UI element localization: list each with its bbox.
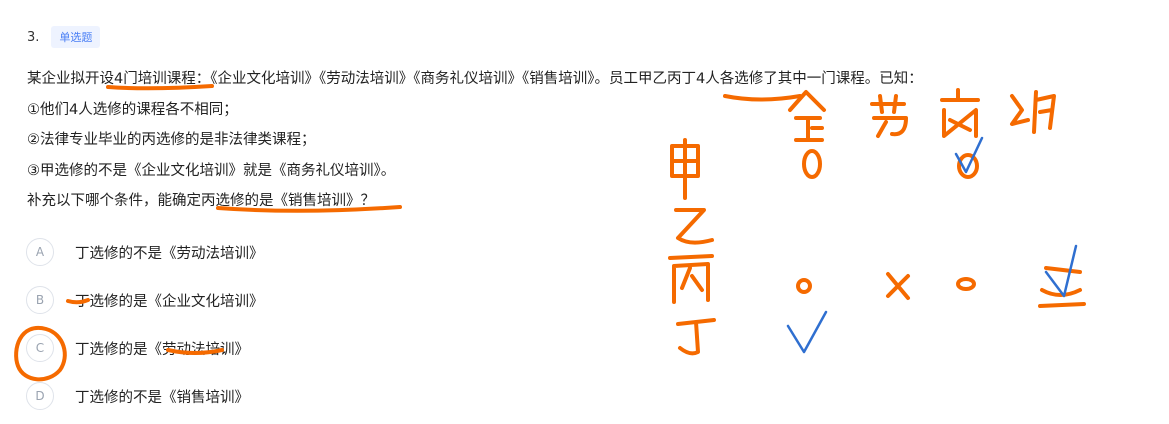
check-mark xyxy=(1044,244,1078,298)
option-text: 丁选修的不是《销售培训》 xyxy=(75,389,249,406)
stem-question: 补充以下哪个条件，能确定丙选修的是《销售培训》？ xyxy=(27,193,375,209)
question-stem: 某企业拟开设4门培训课程：《企业文化培训》《劳动法培训》《商务礼仪培训》《销售培… xyxy=(27,64,1147,217)
cross-mark xyxy=(886,272,910,300)
stem-condition-3: ③甲选修的不是《企业文化培训》就是《商务礼仪培训》。 xyxy=(27,162,396,179)
option-c[interactable]: C 丁选修的是《劳动法培训》 xyxy=(26,324,264,372)
check-mark xyxy=(786,310,828,354)
scribble-glyph xyxy=(668,254,714,304)
option-text: 丁选修的是《企业文化培训》 xyxy=(75,293,264,310)
option-text: 丁选修的是《劳动法培训》 xyxy=(75,341,249,358)
stem-intro: 某企业拟开设4门培训课程：《企业文化培训》《劳动法培训》《商务礼仪培训》《销售培… xyxy=(27,71,923,87)
scribble-glyph xyxy=(676,318,716,356)
stem-condition-2: ②法律专业毕业的丙选修的是非法律类课程； xyxy=(27,132,316,148)
circle-mark xyxy=(956,277,976,291)
answer-options: A 丁选修的不是《劳动法培训》 B 丁选修的是《企业文化培训》 C 丁选修的是《… xyxy=(26,228,264,420)
circle-mark xyxy=(796,278,812,294)
scribble-glyph xyxy=(1038,266,1086,308)
option-letter: A xyxy=(26,238,54,266)
question-number: 3. xyxy=(27,29,40,45)
option-b[interactable]: B 丁选修的是《企业文化培训》 xyxy=(26,276,264,324)
question-type-badge: 单选题 xyxy=(51,26,101,48)
option-letter: C xyxy=(26,334,54,362)
option-letter: D xyxy=(26,382,54,410)
stem-condition-1: ①他们4人选修的课程各不相同； xyxy=(27,101,238,118)
option-text: 丁选修的不是《劳动法培训》 xyxy=(75,245,264,262)
option-a[interactable]: A 丁选修的不是《劳动法培训》 xyxy=(26,228,264,276)
question-header: 3. 单选题 xyxy=(27,26,101,48)
option-letter: B xyxy=(26,286,54,314)
option-d[interactable]: D 丁选修的不是《销售培训》 xyxy=(26,372,264,420)
